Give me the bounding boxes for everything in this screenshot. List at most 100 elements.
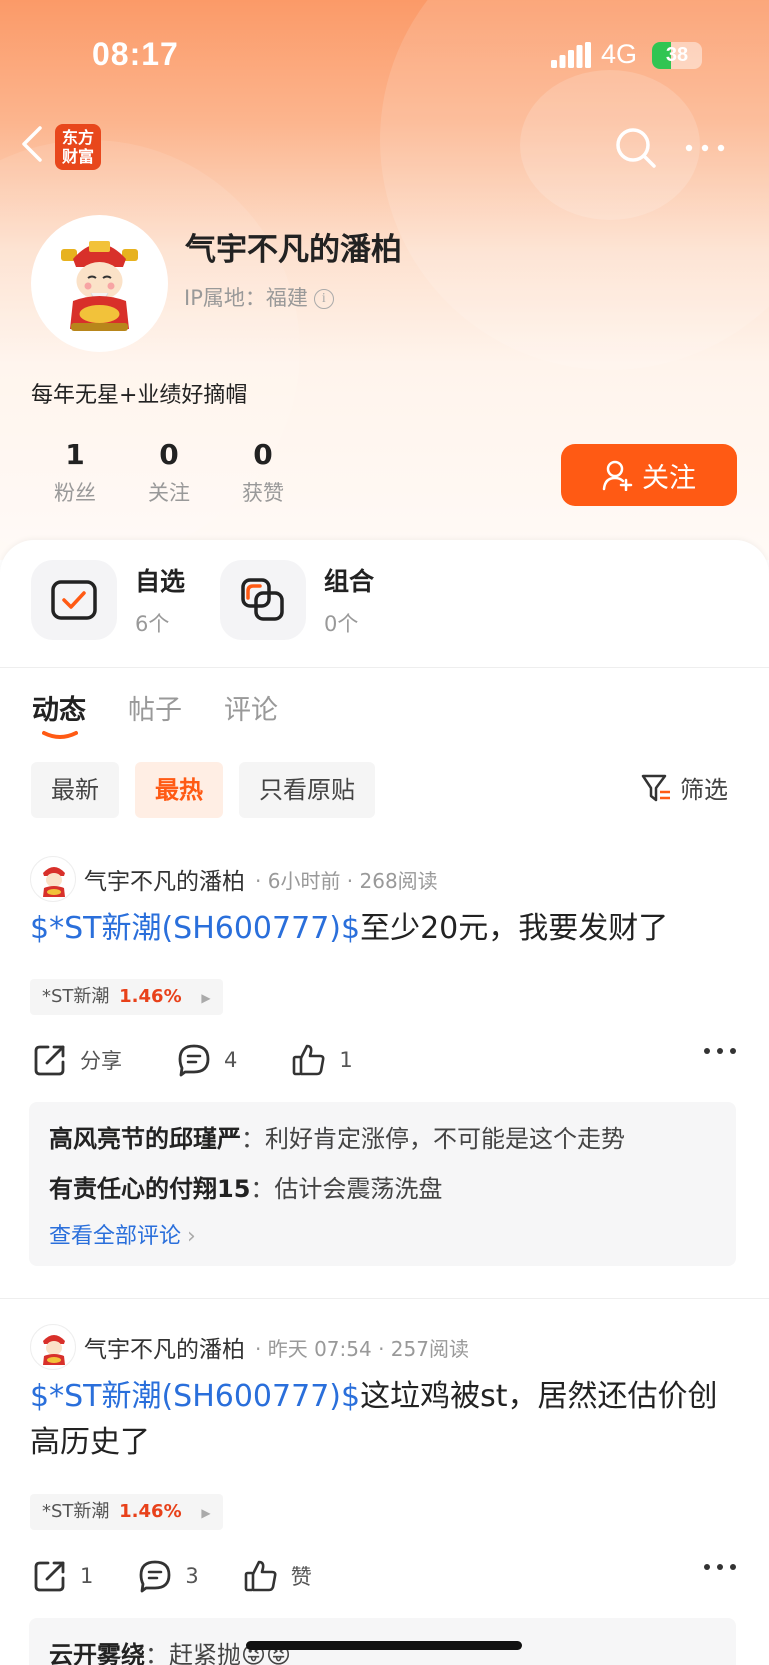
post-text: 至少20元，我要发财了: [360, 911, 669, 946]
quick-link-title: 组合: [324, 567, 375, 596]
thumbs-up-icon: [293, 1044, 325, 1076]
comment-text: 估计会震荡洗盘: [274, 1175, 443, 1203]
post-content[interactable]: $*ST新潮(SH600777)$这垃鸡被st，居然还估价创高历史了: [30, 1374, 740, 1466]
like-count: 1: [339, 1048, 353, 1072]
comment-sep: ：: [241, 1125, 265, 1153]
avatar[interactable]: [31, 215, 168, 352]
comment-user[interactable]: 云开雾绕: [49, 1641, 145, 1665]
like-label: 赞: [290, 1565, 312, 1589]
comment-user[interactable]: 有责任心的付翔15: [49, 1175, 250, 1203]
stock-tag[interactable]: *ST新潮 1.46% ▶: [30, 1494, 223, 1530]
stat-label: 关注: [148, 481, 190, 505]
god-of-wealth-avatar-icon: [43, 867, 65, 897]
tab-comments[interactable]: 评论: [224, 688, 278, 727]
play-arrow-icon: ▶: [201, 1506, 211, 1520]
chevron-right-icon: ›: [187, 1224, 196, 1249]
home-indicator[interactable]: [246, 1641, 522, 1650]
chip-original-only[interactable]: 只看原贴: [239, 762, 375, 818]
share-count: 1: [80, 1564, 94, 1588]
status-bar: 08:17 4G 38: [0, 0, 769, 112]
logo-text: 东方: [61, 128, 94, 147]
stat-fans[interactable]: 1 粉丝: [28, 438, 122, 507]
stock-link[interactable]: $*ST新潮(SH600777)$: [30, 1379, 360, 1414]
stock-link[interactable]: $*ST新潮(SH600777)$: [30, 911, 360, 946]
portfolio-icon: [220, 560, 306, 640]
ip-location: IP属地：福建 i: [184, 282, 334, 312]
comment-button[interactable]: 3: [137, 1558, 199, 1594]
more-icon[interactable]: [703, 1562, 737, 1572]
share-icon: [34, 1561, 65, 1592]
post-author[interactable]: 气宇不凡的潘柏: [84, 862, 245, 896]
tab-active-indicator: [42, 731, 78, 739]
ip-location-text: IP属地：福建: [184, 286, 308, 310]
stat-value: 1: [65, 438, 85, 471]
follow-label: 关注: [642, 462, 696, 494]
quick-link-portfolio[interactable]: 组合 0个: [220, 560, 374, 640]
like-button[interactable]: 1: [291, 1042, 353, 1078]
divider: [0, 1298, 769, 1299]
like-button[interactable]: 赞: [243, 1558, 312, 1594]
back-arrow-icon[interactable]: [18, 122, 48, 166]
god-of-wealth-avatar-icon: [61, 241, 138, 331]
more-icon[interactable]: [684, 134, 726, 162]
filter-button[interactable]: 筛选: [640, 770, 728, 805]
comment-user[interactable]: 高风亮节的邱瑾严: [49, 1125, 241, 1153]
watchlist-icon: [31, 560, 117, 640]
comment-text: 利好肯定涨停，不可能是这个走势: [265, 1125, 625, 1153]
comment-icon: [178, 1044, 210, 1077]
comment-item: 有责任心的付翔15：估计会震荡洗盘: [49, 1164, 716, 1214]
tab-posts[interactable]: 帖子: [128, 688, 182, 727]
play-arrow-icon: ▶: [201, 991, 211, 1005]
share-icon: [34, 1045, 65, 1076]
post-meta: · 6小时前 · 268阅读: [255, 868, 438, 893]
battery-percent: 38: [665, 44, 689, 66]
post-author[interactable]: 气宇不凡的潘柏: [84, 1330, 245, 1364]
divider: [0, 667, 769, 668]
profile-tabs: 动态 帖子 评论: [32, 688, 320, 739]
share-button[interactable]: 1: [32, 1558, 93, 1594]
avatar[interactable]: [30, 1324, 76, 1370]
chip-hottest[interactable]: 最热: [135, 762, 223, 818]
view-all-comments-link[interactable]: 查看全部评论 ›: [49, 1214, 716, 1260]
comment-button[interactable]: 4: [176, 1042, 237, 1078]
stat-value: 0: [159, 438, 179, 471]
logo-text: 财富: [61, 147, 94, 166]
quick-link-watchlist[interactable]: 自选 6个: [31, 560, 185, 640]
stat-following[interactable]: 0 关注: [122, 438, 216, 507]
stat-value: 0: [253, 438, 273, 471]
stock-tag[interactable]: *ST新潮 1.46% ▶: [30, 979, 223, 1015]
stock-tag-name: *ST新潮: [42, 1501, 110, 1522]
share-button[interactable]: 分享: [32, 1042, 122, 1078]
god-of-wealth-avatar-icon: [43, 1335, 65, 1365]
follow-button[interactable]: 关注: [561, 444, 737, 506]
more-icon[interactable]: [703, 1046, 737, 1056]
post-actions: 分享 4 1: [32, 1040, 737, 1080]
chip-latest[interactable]: 最新: [31, 762, 119, 818]
comment-icon: [139, 1560, 171, 1593]
network-type: 4G: [601, 39, 638, 69]
info-icon[interactable]: i: [313, 289, 334, 309]
stat-likes[interactable]: 0 获赞: [216, 438, 310, 507]
post-content[interactable]: $*ST新潮(SH600777)$至少20元，我要发财了: [30, 906, 740, 952]
comment-count: 4: [224, 1048, 238, 1072]
stock-tag-change: 1.46%: [119, 986, 182, 1007]
quick-link-count: 6个: [135, 612, 170, 636]
stock-tag-name: *ST新潮: [42, 986, 110, 1007]
stat-label: 粉丝: [54, 481, 96, 505]
tab-activity[interactable]: 动态: [32, 688, 86, 739]
profile-bio: 每年无星+业绩好摘帽: [31, 383, 248, 408]
tab-label: 动态: [32, 695, 86, 726]
quick-link-count: 0个: [324, 612, 359, 636]
app-logo[interactable]: 东方 财富: [55, 124, 101, 170]
battery-icon: 38: [652, 42, 702, 69]
avatar[interactable]: [30, 856, 76, 902]
profile-name: 气宇不凡的潘柏: [185, 232, 402, 268]
share-label: 分享: [80, 1049, 122, 1073]
comment-preview[interactable]: 高风亮节的邱瑾严：利好肯定涨停，不可能是这个走势 有责任心的付翔15：估计会震荡…: [29, 1102, 736, 1266]
post-actions: 1 3 赞: [32, 1556, 737, 1596]
view-all-label: 查看全部评论: [49, 1224, 182, 1249]
search-icon[interactable]: [614, 126, 658, 170]
quick-link-title: 自选: [135, 567, 186, 596]
sort-chips: 最新 最热 只看原贴: [31, 762, 391, 818]
comment-sep: ：: [250, 1175, 275, 1203]
